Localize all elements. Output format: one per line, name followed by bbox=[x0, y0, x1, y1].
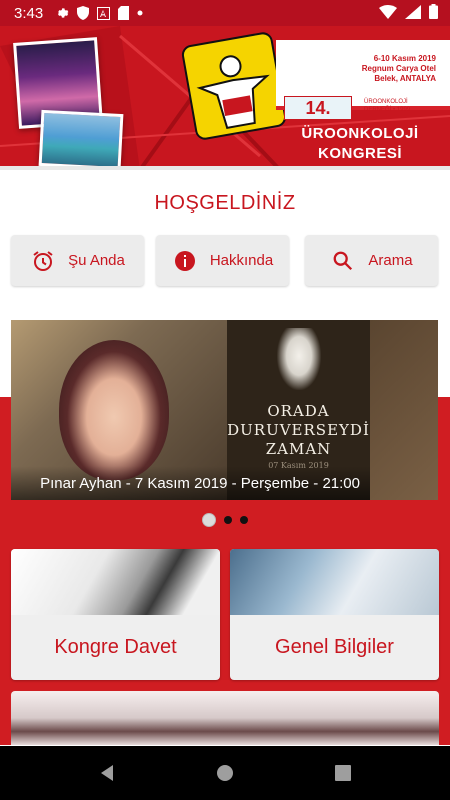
about-button[interactable]: Hakkında bbox=[156, 235, 289, 286]
slide-caption: Pınar Ayhan - 7 Kasım 2019 - Perşembe - … bbox=[11, 466, 370, 500]
info-icon bbox=[172, 248, 198, 274]
congress-invitation-card[interactable]: Kongre Davet bbox=[11, 549, 220, 680]
now-button-label: Şu Anda bbox=[68, 252, 125, 269]
pagination-dot-3[interactable] bbox=[240, 516, 248, 524]
org-name: ÜROONKOLOJİ DERNEĞİ • 1999 bbox=[364, 99, 411, 113]
congress-title-line2: KONGRESİ bbox=[317, 145, 402, 162]
slider-pagination bbox=[0, 513, 450, 527]
banner-dates: 6-10 Kasım 2019 Regnum Carya Otel Belek,… bbox=[362, 54, 436, 84]
congress-banner: 6-10 Kasım 2019 Regnum Carya Otel Belek,… bbox=[0, 26, 450, 170]
recents-icon[interactable] bbox=[328, 758, 358, 788]
search-button-label: Arama bbox=[368, 252, 413, 269]
congress-invitation-label: Kongre Davet bbox=[54, 636, 177, 658]
battery-icon bbox=[429, 4, 438, 24]
performer-portrait bbox=[59, 340, 169, 480]
slide-poster-title: ORADA DURUVERSEYDİ ZAMAN bbox=[227, 402, 370, 459]
pagination-dot-1[interactable] bbox=[202, 513, 216, 527]
welcome-heading: HOŞGELDİNİZ bbox=[154, 192, 296, 214]
slide-poster-title-line1: ORADA bbox=[267, 402, 330, 420]
banner-bottom-edge bbox=[0, 166, 450, 170]
hotel-photo bbox=[38, 109, 124, 170]
status-time: 3:43 bbox=[14, 4, 44, 22]
general-info-label: Genel Bilgiler bbox=[275, 636, 394, 658]
ataturk-portrait bbox=[277, 328, 321, 390]
next-card-image[interactable] bbox=[11, 691, 439, 745]
congress-number: 14. bbox=[284, 96, 352, 120]
signal-icon bbox=[405, 4, 421, 24]
banner-location-text: Belek, ANTALYA bbox=[374, 74, 436, 83]
settings-icon bbox=[55, 6, 69, 20]
navigation-bar bbox=[0, 746, 450, 800]
dot-icon bbox=[137, 10, 143, 16]
next-slide-preview[interactable] bbox=[370, 320, 438, 500]
banner-venue-text: Regnum Carya Otel bbox=[361, 64, 436, 73]
congress-title: ÜROONKOLOJİ KONGRESİ bbox=[280, 124, 440, 164]
pagination-dot-2[interactable] bbox=[224, 516, 232, 524]
back-icon[interactable] bbox=[92, 758, 122, 788]
banner-date-text: 6-10 Kasım 2019 bbox=[373, 54, 436, 63]
search-icon bbox=[330, 248, 356, 274]
now-button[interactable]: Şu Anda bbox=[11, 235, 144, 286]
sd-card-icon bbox=[118, 6, 130, 20]
home-icon[interactable] bbox=[210, 758, 240, 788]
status-bar: 3:43 bbox=[0, 0, 450, 26]
shield-icon bbox=[77, 6, 90, 20]
general-info-card[interactable]: Genel Bilgiler bbox=[230, 549, 439, 680]
slide-poster-title-line3: ZAMAN bbox=[265, 440, 332, 458]
wifi-icon bbox=[379, 4, 397, 24]
alarm-clock-icon bbox=[30, 248, 56, 274]
search-button[interactable]: Arama bbox=[305, 235, 438, 286]
about-button-label: Hakkında bbox=[209, 252, 274, 269]
congress-logo bbox=[180, 30, 288, 142]
laptop-image bbox=[230, 549, 439, 615]
congress-title-line1: ÜROONKOLOJİ bbox=[301, 125, 419, 142]
text-icon bbox=[97, 6, 111, 20]
slide-poster-title-line2: DURUVERSEYDİ bbox=[227, 421, 370, 439]
slide-caption-text: Pınar Ayhan - 7 Kasım 2019 - Perşembe - … bbox=[40, 475, 360, 492]
fountain-pen-image bbox=[11, 549, 220, 615]
